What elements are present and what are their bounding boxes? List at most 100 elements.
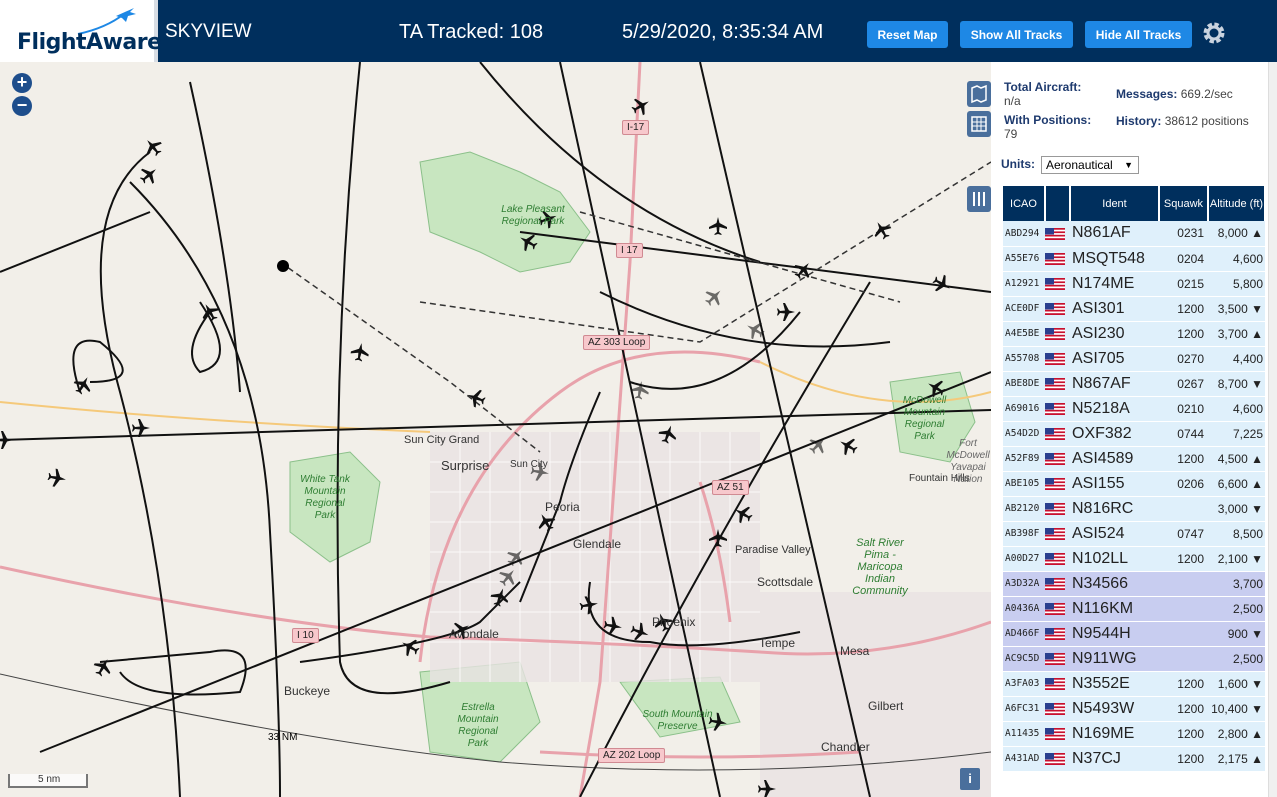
us-flag-icon	[1045, 428, 1065, 441]
row-ident: N174ME	[1070, 271, 1159, 297]
col-squawk[interactable]: Squawk	[1159, 186, 1209, 221]
scale-bar: 5 nm	[8, 774, 88, 788]
row-flag	[1045, 396, 1070, 422]
table-row[interactable]: AB398F ASI524 0747 8,500	[1003, 521, 1265, 547]
table-row[interactable]: A55E76 MSQT548 0204 4,600	[1003, 246, 1265, 272]
table-row[interactable]: A54D2D OXF382 0744 7,225	[1003, 421, 1265, 447]
col-flag[interactable]	[1045, 186, 1071, 221]
table-row[interactable]: A0436A N116KM 2,500	[1003, 596, 1265, 622]
table-row[interactable]: AB2120 N816RC 3,000 ▼	[1003, 496, 1265, 522]
table-row[interactable]: A3D32A N34566 3,700	[1003, 571, 1265, 597]
col-altitude[interactable]: Altitude (ft)	[1208, 186, 1266, 221]
map-label-glendale: Glendale	[573, 537, 622, 551]
row-altitude: 2,100 ▼	[1208, 546, 1265, 572]
row-altitude: 8,500	[1208, 521, 1265, 547]
table-row[interactable]: A00D27 N102LL 1200 2,100 ▼	[1003, 546, 1265, 572]
row-ident: ASI301	[1070, 296, 1159, 322]
table-row[interactable]: A52F89 ASI4589 1200 4,500 ▲	[1003, 446, 1265, 472]
columns-icon	[973, 192, 985, 206]
us-flag-icon	[1045, 503, 1065, 516]
table-row[interactable]: ABE8DE N867AF 0267 8,700 ▼	[1003, 371, 1265, 397]
map-layer-button[interactable]	[967, 81, 991, 107]
table-row[interactable]: ACE0DF ASI301 1200 3,500 ▼	[1003, 296, 1265, 322]
ta-tracked-count: TA Tracked: 108	[399, 21, 544, 43]
table-row[interactable]: A3FA03 N3552E 1200 1,600 ▼	[1003, 671, 1265, 697]
row-ident: N34566	[1070, 571, 1159, 597]
map-icon	[971, 84, 987, 104]
row-flag	[1045, 671, 1070, 697]
row-ident: N5493W	[1070, 696, 1159, 722]
park-label-estrella: Estrella Mountain Regional Park	[457, 702, 499, 749]
row-icao: AB2120	[1003, 496, 1045, 522]
row-ident: N102LL	[1070, 546, 1159, 572]
row-icao: A55E76	[1003, 246, 1045, 272]
map-label-gilbert: Gilbert	[868, 699, 904, 713]
row-squawk: 0206	[1159, 471, 1208, 497]
row-ident: ASI155	[1070, 471, 1159, 497]
table-row[interactable]: ABD294 N861AF 0231 8,000 ▲	[1003, 221, 1265, 247]
col-ident[interactable]: Ident	[1070, 186, 1160, 221]
road-shield-i10: I 10	[292, 628, 319, 643]
flightaware-logo[interactable]: FlightAware	[0, 0, 162, 62]
us-flag-icon	[1045, 653, 1065, 666]
row-squawk	[1159, 646, 1208, 672]
row-icao: A11435	[1003, 721, 1045, 747]
table-row[interactable]: A11435 N169ME 1200 2,800 ▲	[1003, 721, 1265, 747]
info-button[interactable]: i	[960, 768, 980, 790]
us-flag-icon	[1045, 703, 1065, 716]
messages-stat: Messages: 669.2/sec	[1116, 87, 1233, 101]
hide-all-tracks-button[interactable]: Hide All Tracks	[1085, 21, 1192, 48]
app-header: FlightAware SKYVIEW TA Tracked: 108 5/29…	[0, 0, 1277, 62]
show-all-tracks-button[interactable]: Show All Tracks	[960, 21, 1073, 48]
row-squawk: 1200	[1159, 446, 1208, 472]
row-icao: ABE105	[1003, 471, 1045, 497]
row-ident: ASI705	[1070, 346, 1159, 372]
row-flag	[1045, 246, 1070, 272]
table-row[interactable]: A431AD N37CJ 1200 2,175 ▲	[1003, 746, 1265, 772]
row-icao: A3FA03	[1003, 671, 1045, 697]
table-row[interactable]: AC9C5D N911WG 2,500	[1003, 646, 1265, 672]
table-row[interactable]: AD466F N9544H 900 ▼	[1003, 621, 1265, 647]
row-altitude: 5,800	[1208, 271, 1265, 297]
row-icao: A55708	[1003, 346, 1045, 372]
table-row[interactable]: A4E5BE ASI230 1200 3,700 ▲	[1003, 321, 1265, 347]
row-flag	[1045, 646, 1070, 672]
row-flag	[1045, 371, 1070, 397]
park-label-mcdowell: McDowell Mountain Regional Park	[902, 395, 947, 442]
columns-toggle-button[interactable]	[967, 186, 991, 212]
row-squawk: 0747	[1159, 521, 1208, 547]
aircraft-layer[interactable]	[0, 62, 991, 797]
zoom-in-button[interactable]: +	[12, 73, 32, 93]
row-altitude: 6,600 ▲	[1208, 471, 1265, 497]
us-flag-icon	[1045, 403, 1065, 416]
reset-map-button[interactable]: Reset Map	[867, 21, 948, 48]
zoom-out-button[interactable]: −	[12, 96, 32, 116]
table-row[interactable]: ABE105 ASI155 0206 6,600 ▲	[1003, 471, 1265, 497]
table-row[interactable]: A6FC31 N5493W 1200 10,400 ▼	[1003, 696, 1265, 722]
col-icao[interactable]: ICAO	[1003, 186, 1046, 221]
row-squawk: 1200	[1159, 321, 1208, 347]
us-flag-icon	[1045, 478, 1065, 491]
row-altitude: 2,800 ▲	[1208, 721, 1265, 747]
panel-scrollbar[interactable]	[1268, 62, 1277, 797]
row-squawk: 1200	[1159, 546, 1208, 572]
row-squawk: 0215	[1159, 271, 1208, 297]
row-altitude: 3,700 ▲	[1208, 321, 1265, 347]
gear-icon[interactable]	[1200, 19, 1228, 47]
map-view[interactable]: + − Surprise Sun City Grand Sun City Peo…	[0, 62, 991, 797]
park-label-salt-river: Salt River Pima - Maricopa Indian Commun…	[852, 537, 908, 597]
table-row[interactable]: A12921 N174ME 0215 5,800	[1003, 271, 1265, 297]
row-altitude: 7,225	[1208, 421, 1265, 447]
table-row[interactable]: A69016 N5218A 0210 4,600	[1003, 396, 1265, 422]
row-flag	[1045, 296, 1070, 322]
map-label-scottsdale: Scottsdale	[757, 575, 814, 589]
us-flag-icon	[1045, 278, 1065, 291]
units-select[interactable]: Aeronautical ▼	[1041, 156, 1139, 174]
road-shield-az303: AZ 303 Loop	[583, 335, 651, 350]
map-label-chandler: Chandler	[821, 740, 870, 754]
table-row[interactable]: A55708 ASI705 0270 4,400	[1003, 346, 1265, 372]
row-flag	[1045, 521, 1070, 547]
map-label-sun-city: Sun City	[510, 459, 548, 470]
grid-toggle-button[interactable]	[967, 111, 991, 137]
row-altitude: 2,500	[1208, 596, 1265, 622]
